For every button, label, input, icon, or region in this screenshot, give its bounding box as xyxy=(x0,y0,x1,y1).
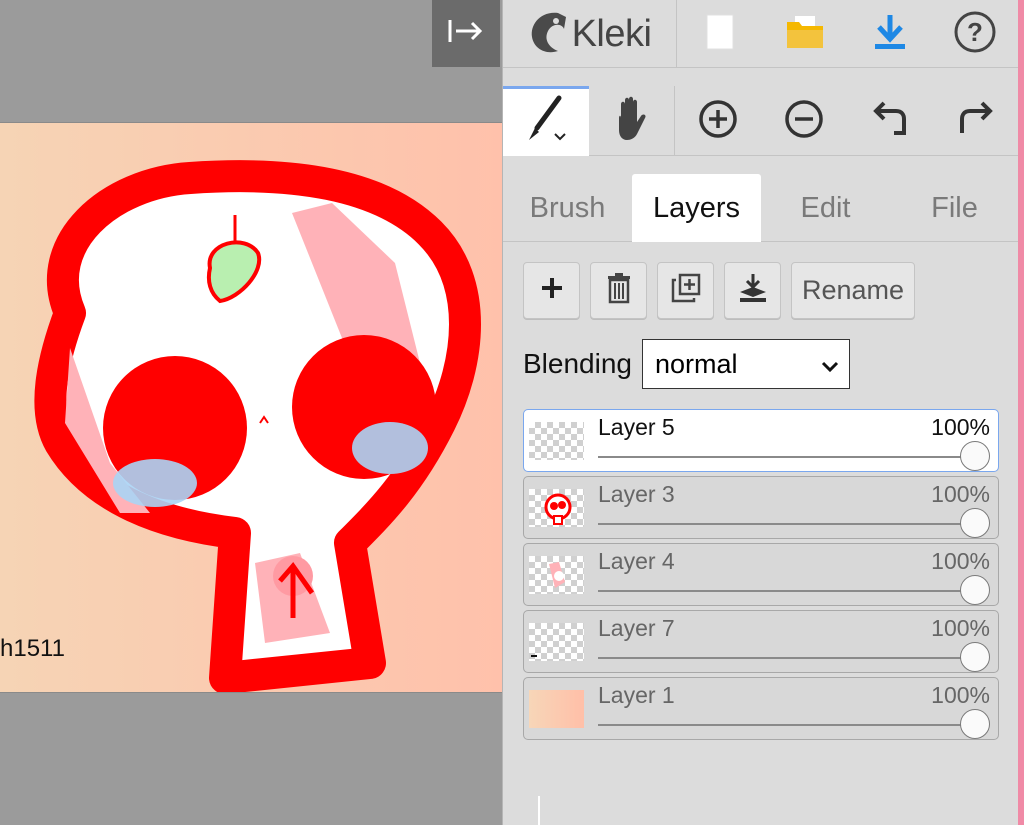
duplicate-layer-button[interactable] xyxy=(657,262,714,319)
add-layer-button[interactable] xyxy=(523,262,580,319)
layer-name: Layer 5 xyxy=(598,414,675,440)
top-bar: Kleki ? xyxy=(503,0,1019,68)
opacity-slider-track[interactable] xyxy=(598,724,976,726)
plus-icon xyxy=(539,275,565,306)
duplicate-icon xyxy=(670,272,702,309)
layer-list: Layer 5 100% Layer 3 100% Layer 4 100% L… xyxy=(523,409,999,744)
layer-item[interactable]: Layer 4 100% xyxy=(523,543,999,606)
hand-tool-button[interactable] xyxy=(589,86,675,156)
blending-label: Blending xyxy=(523,348,632,379)
layer-opacity: 100% xyxy=(931,682,990,708)
side-panel: Kleki ? Brush Layers Edit File Rename Bl… xyxy=(502,0,1019,825)
layer-name: Layer 1 xyxy=(598,682,675,708)
chevron-down-icon xyxy=(821,349,839,380)
canvas-area[interactable]: h1511 xyxy=(0,0,502,825)
layer-item[interactable]: Layer 5 100% xyxy=(523,409,999,472)
zoom-in-icon xyxy=(697,98,739,145)
zoom-out-icon xyxy=(783,98,825,145)
download-button[interactable] xyxy=(847,0,932,68)
layer-item[interactable]: Layer 3 100% xyxy=(523,476,999,539)
panel-edge xyxy=(1018,0,1024,825)
layer-opacity: 100% xyxy=(931,481,990,507)
layer-name: Layer 3 xyxy=(598,481,675,507)
layer-item[interactable]: Layer 1 100% xyxy=(523,677,999,740)
layer-name: Layer 4 xyxy=(598,548,675,574)
new-file-icon xyxy=(704,12,736,57)
new-file-button[interactable] xyxy=(677,0,762,68)
text-cursor xyxy=(538,796,540,825)
opacity-slider-handle[interactable] xyxy=(960,575,990,605)
tab-brush[interactable]: Brush xyxy=(503,174,632,242)
help-button[interactable]: ? xyxy=(932,0,1017,68)
trash-icon xyxy=(606,272,632,309)
kleki-logo-icon xyxy=(528,9,568,60)
tab-edit[interactable]: Edit xyxy=(761,174,890,242)
signature-text: h1511 xyxy=(0,635,65,662)
delete-layer-button[interactable] xyxy=(590,262,647,319)
opacity-slider-track[interactable] xyxy=(598,456,976,458)
arrow-right-bar-icon xyxy=(446,16,486,51)
undo-button[interactable] xyxy=(847,86,933,156)
opacity-slider-handle[interactable] xyxy=(960,441,990,471)
opacity-slider-handle[interactable] xyxy=(960,709,990,739)
opacity-slider-handle[interactable] xyxy=(960,508,990,538)
brush-tool-button[interactable] xyxy=(503,86,589,156)
brush-icon xyxy=(521,94,571,151)
opacity-slider-track[interactable] xyxy=(598,523,976,525)
merge-down-button[interactable] xyxy=(724,262,781,319)
redo-icon xyxy=(956,99,996,144)
panel-tabs: Brush Layers Edit File xyxy=(503,174,1019,242)
collapse-panel-button[interactable] xyxy=(432,0,500,67)
help-icon: ? xyxy=(953,10,997,59)
hand-icon xyxy=(611,96,653,147)
svg-text:?: ? xyxy=(967,17,983,47)
zoom-in-button[interactable] xyxy=(675,86,761,156)
layer-opacity: 100% xyxy=(931,548,990,574)
layer-item[interactable]: Layer 7 100% xyxy=(523,610,999,673)
merge-down-icon xyxy=(737,272,769,309)
layer-thumbnail xyxy=(529,489,584,527)
layer-actions: Rename xyxy=(523,262,916,319)
layer-thumbnail xyxy=(529,690,584,728)
layer-opacity: 100% xyxy=(931,615,990,641)
redo-button[interactable] xyxy=(933,86,1019,156)
opacity-slider-track[interactable] xyxy=(598,590,976,592)
tab-layers[interactable]: Layers xyxy=(632,174,761,242)
blending-row: Blending normal xyxy=(523,339,850,389)
kleki-logo[interactable]: Kleki xyxy=(503,0,677,68)
drawing-canvas[interactable]: h1511 xyxy=(0,122,502,693)
tab-file[interactable]: File xyxy=(890,174,1019,242)
opacity-slider-track[interactable] xyxy=(598,657,976,659)
app-name: Kleki xyxy=(571,12,652,55)
opacity-slider-handle[interactable] xyxy=(960,642,990,672)
layer-thumbnail xyxy=(529,556,584,594)
layer-thumbnail xyxy=(529,623,584,661)
blending-value: normal xyxy=(654,348,738,379)
blending-select[interactable]: normal xyxy=(641,339,850,389)
undo-icon xyxy=(870,99,910,144)
open-folder-icon xyxy=(785,14,825,55)
layer-thumbnail xyxy=(529,422,584,460)
rename-layer-button[interactable]: Rename xyxy=(791,262,916,319)
layer-opacity: 100% xyxy=(931,414,990,440)
tool-bar xyxy=(503,86,1019,156)
open-button[interactable] xyxy=(762,0,847,68)
download-icon xyxy=(872,13,908,56)
layer-name: Layer 7 xyxy=(598,615,675,641)
zoom-out-button[interactable] xyxy=(761,86,847,156)
